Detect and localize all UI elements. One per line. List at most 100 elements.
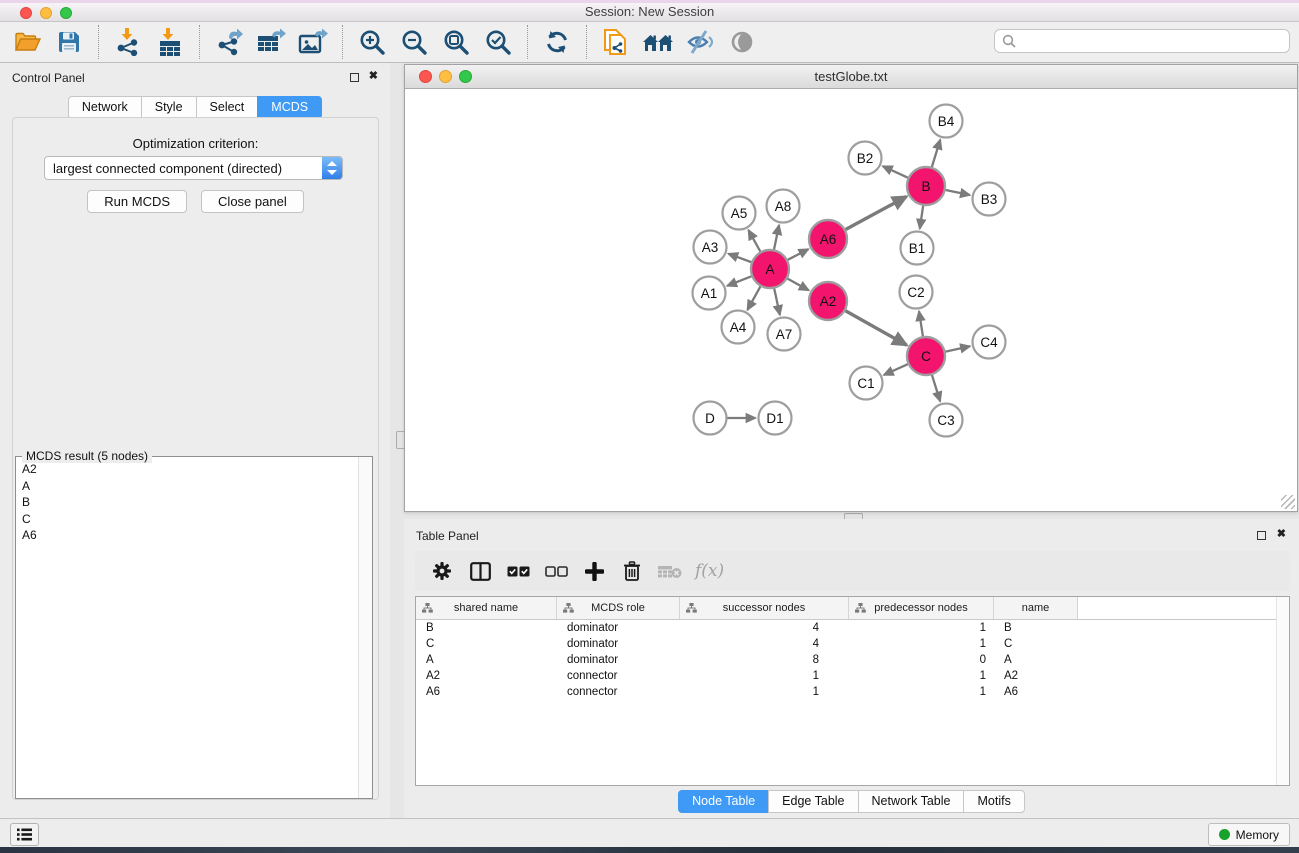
table-row[interactable]: A6connector11A6	[416, 684, 1289, 700]
column-header-mcds-role[interactable]: MCDS role	[557, 597, 680, 619]
node-A1[interactable]: A1	[693, 277, 726, 310]
node-B2[interactable]: B2	[849, 142, 882, 175]
table-cell[interactable]: 1	[849, 670, 994, 682]
network-canvas[interactable]: AA1A2A3A4A5A6A7A8BB1B2B3B4CC1C2C3C4DD1	[405, 89, 1297, 511]
edge-A-A8[interactable]	[774, 225, 779, 249]
node-B3[interactable]: B3	[973, 183, 1006, 216]
table-cell[interactable]: B	[994, 622, 1078, 634]
table-row[interactable]: A2connector11A2	[416, 668, 1289, 684]
home-networks-icon[interactable]	[640, 25, 676, 59]
zoom-selected-icon[interactable]	[480, 25, 516, 59]
edge-A-A4[interactable]	[747, 287, 760, 310]
search-field[interactable]	[994, 29, 1290, 53]
table-cell[interactable]: A6	[416, 686, 557, 698]
node-A3[interactable]: A3	[694, 231, 727, 264]
network-close-traffic-light[interactable]	[419, 70, 432, 83]
import-network-icon[interactable]	[110, 25, 146, 59]
zoom-in-icon[interactable]	[354, 25, 390, 59]
table-close-panel-icon[interactable]: ✖	[1277, 527, 1286, 541]
zoom-fit-icon[interactable]	[438, 25, 474, 59]
run-mcds-button[interactable]: Run MCDS	[87, 190, 187, 213]
zoom-traffic-light[interactable]	[60, 7, 72, 19]
network-zoom-traffic-light[interactable]	[459, 70, 472, 83]
add-column-icon[interactable]	[579, 556, 609, 586]
table-cell[interactable]: 1	[849, 686, 994, 698]
node-A4[interactable]: A4	[722, 311, 755, 344]
edge-C-C3[interactable]	[932, 375, 940, 401]
network-minimize-traffic-light[interactable]	[439, 70, 452, 83]
table-cell[interactable]: 8	[680, 654, 849, 666]
mcds-result-item[interactable]: B	[17, 494, 358, 511]
task-history-button[interactable]	[10, 823, 39, 846]
export-image-icon[interactable]	[295, 25, 331, 59]
function-builder-icon[interactable]: f(x)	[695, 561, 724, 581]
save-session-icon[interactable]	[51, 25, 87, 59]
table-cell[interactable]: 1	[849, 638, 994, 650]
edge-A2-C[interactable]	[845, 311, 906, 345]
node-C1[interactable]: C1	[850, 367, 883, 400]
table-cell[interactable]: A2	[416, 670, 557, 682]
node-A5[interactable]: A5	[723, 197, 756, 230]
table-cell[interactable]: 1	[680, 670, 849, 682]
table-cell[interactable]: dominator	[557, 638, 680, 650]
table-cell[interactable]: 1	[680, 686, 849, 698]
table-cell[interactable]: A6	[994, 686, 1078, 698]
table-cell[interactable]: C	[416, 638, 557, 650]
edge-B-B1[interactable]	[920, 206, 923, 229]
tab-network-table[interactable]: Network Table	[858, 790, 965, 813]
edge-A-A2[interactable]	[788, 279, 809, 291]
edge-A-A1[interactable]	[727, 276, 751, 286]
deselect-all-columns-icon[interactable]	[541, 556, 571, 586]
close-traffic-light[interactable]	[20, 7, 32, 19]
edge-C-C1[interactable]	[884, 364, 908, 375]
table-cell[interactable]: 4	[680, 622, 849, 634]
tab-select[interactable]: Select	[196, 96, 259, 119]
clone-network-icon[interactable]	[598, 25, 634, 59]
table-cell[interactable]: 1	[849, 622, 994, 634]
mcds-result-item[interactable]: A6	[17, 527, 358, 544]
window-resize-grip-icon[interactable]	[1281, 495, 1295, 509]
export-network-icon[interactable]	[211, 25, 247, 59]
table-settings-gear-icon[interactable]	[427, 556, 457, 586]
column-header-name[interactable]: name	[994, 597, 1078, 619]
table-cell[interactable]: C	[994, 638, 1078, 650]
node-C3[interactable]: C3	[930, 404, 963, 437]
select-all-columns-icon[interactable]	[503, 556, 533, 586]
edge-A-A7[interactable]	[774, 289, 780, 315]
minimize-traffic-light[interactable]	[40, 7, 52, 19]
node-B[interactable]: B	[907, 167, 945, 205]
table-row[interactable]: Bdominator41B	[416, 620, 1289, 636]
delete-column-trash-icon[interactable]	[617, 556, 647, 586]
table-cell[interactable]: 0	[849, 654, 994, 666]
edge-A6-B[interactable]	[846, 196, 907, 229]
node-B4[interactable]: B4	[930, 105, 963, 138]
edge-B-B4[interactable]	[932, 140, 940, 167]
edge-B-B3[interactable]	[946, 190, 970, 195]
table-cell[interactable]: dominator	[557, 654, 680, 666]
table-cell[interactable]: connector	[557, 670, 680, 682]
tab-style[interactable]: Style	[141, 96, 197, 119]
table-scrollbar[interactable]	[1276, 597, 1289, 785]
column-header-shared-name[interactable]: shared name	[416, 597, 557, 619]
node-C4[interactable]: C4	[973, 326, 1006, 359]
tab-network[interactable]: Network	[68, 96, 142, 119]
split-panel-icon[interactable]	[465, 556, 495, 586]
node-D1[interactable]: D1	[759, 402, 792, 435]
float-panel-icon[interactable]	[350, 73, 359, 82]
import-table-icon[interactable]	[152, 25, 188, 59]
tab-mcds[interactable]: MCDS	[257, 96, 322, 119]
node-D[interactable]: D	[694, 402, 727, 435]
hide-graphics-details-icon[interactable]	[682, 25, 718, 59]
column-header-predecessor-nodes[interactable]: predecessor nodes	[849, 597, 994, 619]
mcds-result-item[interactable]: A2	[17, 461, 358, 478]
edge-A-A5[interactable]	[748, 230, 760, 251]
close-panel-icon[interactable]: ✖	[369, 69, 378, 83]
network-window-titlebar[interactable]: testGlobe.txt	[405, 65, 1297, 89]
memory-button[interactable]: Memory	[1208, 823, 1290, 846]
node-A[interactable]: A	[751, 250, 789, 288]
mcds-result-item[interactable]: C	[17, 511, 358, 528]
edge-A-A3[interactable]	[728, 254, 751, 262]
node-C2[interactable]: C2	[900, 276, 933, 309]
node-A6[interactable]: A6	[809, 220, 847, 258]
edge-C-C4[interactable]	[946, 346, 970, 351]
